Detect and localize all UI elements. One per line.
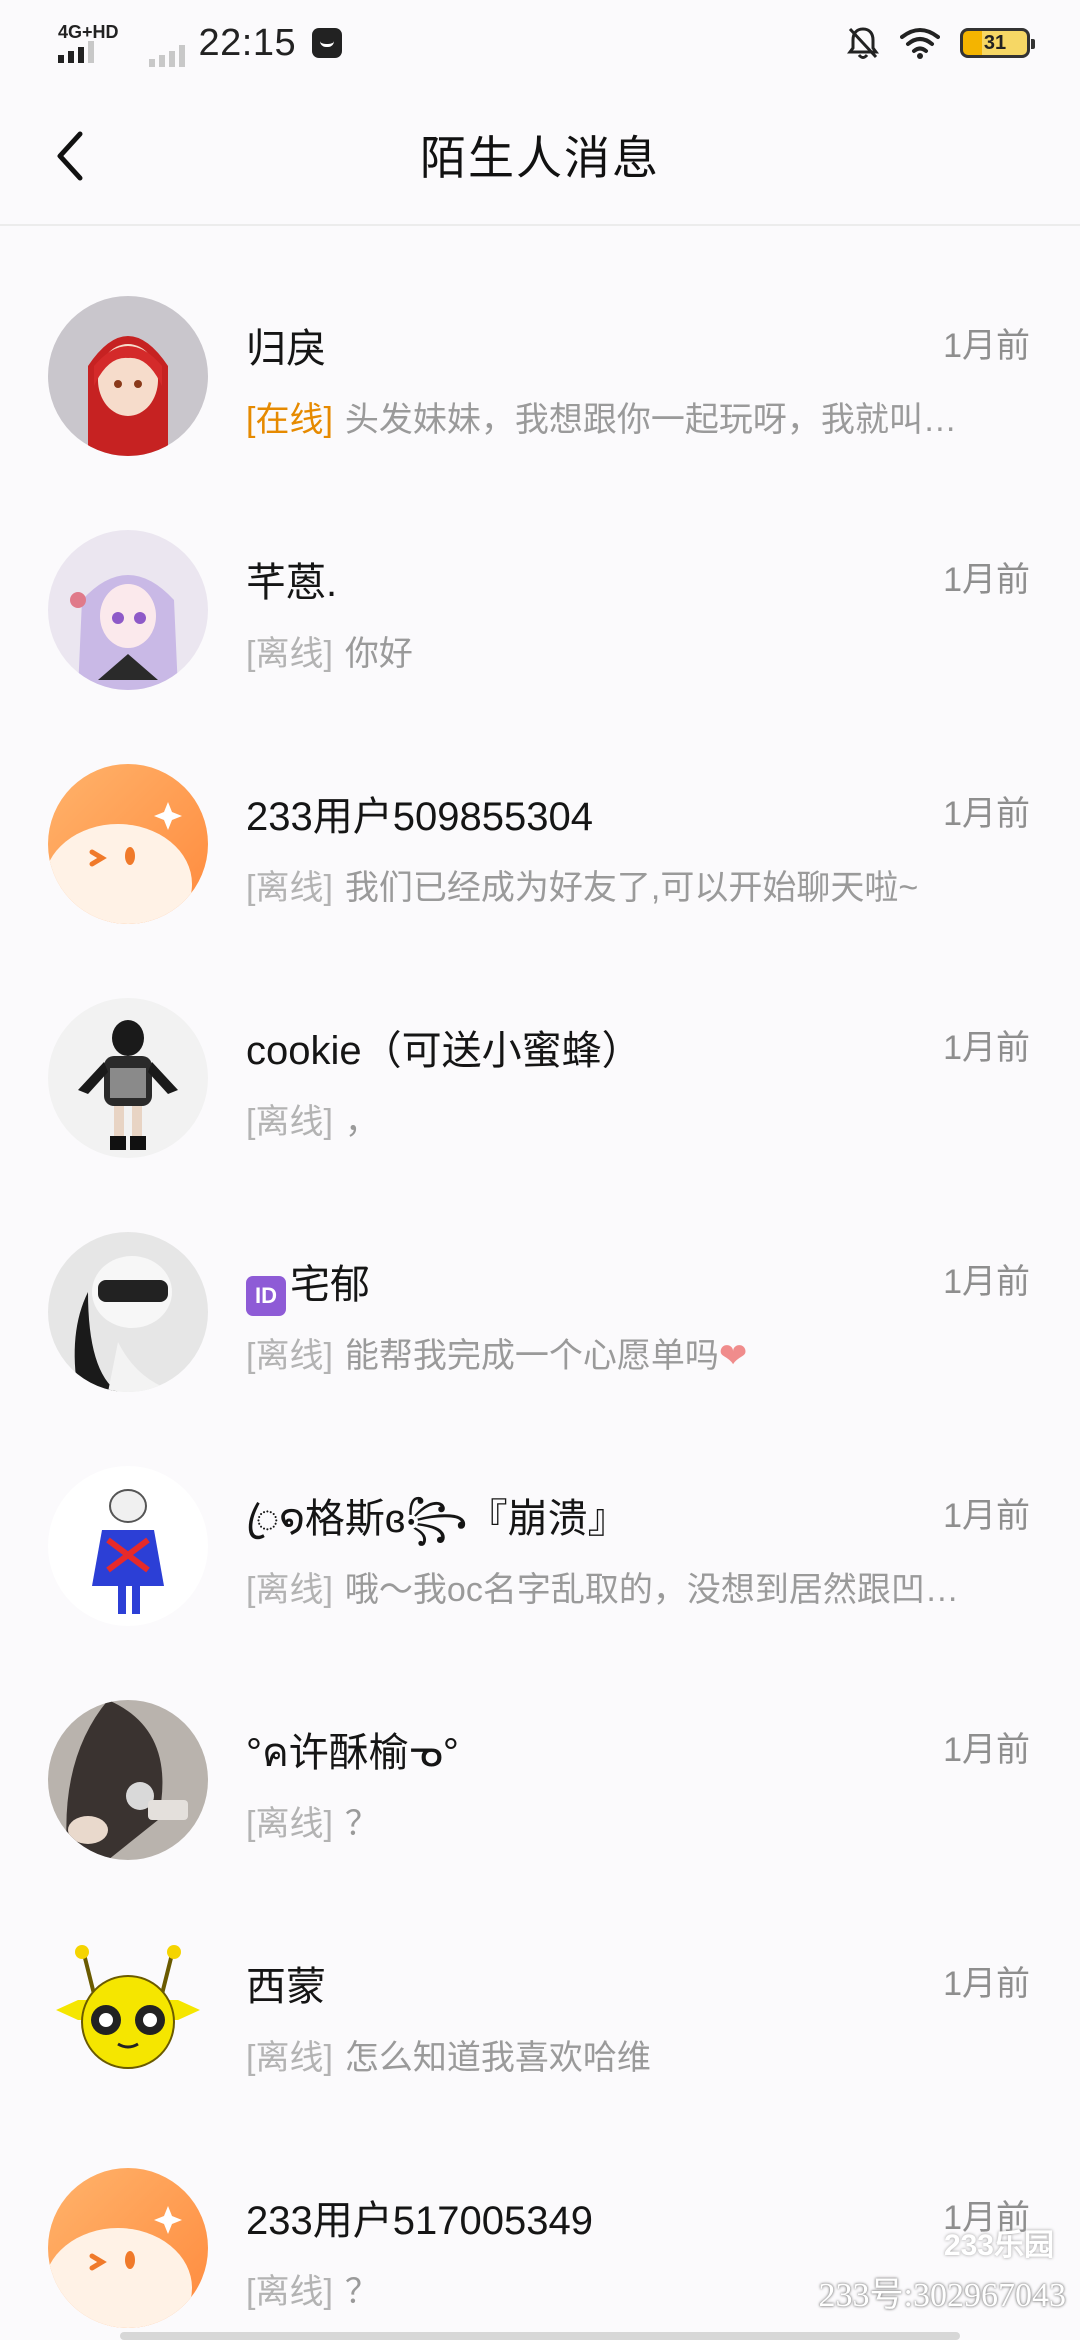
signal-bars-secondary-icon <box>148 45 185 67</box>
preview-text: 怎么知道我喜欢哈维 <box>344 2039 651 2077</box>
offline-status: [离线] <box>246 1337 333 1375</box>
offline-status: [离线] <box>246 1805 333 1843</box>
app-header: 陌生人消息 <box>0 86 1080 226</box>
conversation-preview: [离线] 我们已经成为好友了,可以开始聊天啦~ <box>246 860 918 909</box>
avatar[interactable] <box>48 1466 208 1626</box>
conversation-item[interactable]: 西蒙 1月前 [离线] 怎么知道我喜欢哈维 <box>0 1866 1080 2100</box>
network-type: 4G+HD <box>58 22 119 42</box>
conversation-preview: [离线] 你好 <box>246 626 413 675</box>
conversation-preview: [离线] ？ <box>246 2264 379 2313</box>
conversation-time: 1月前 <box>943 795 1030 833</box>
offline-status: [离线] <box>246 635 333 673</box>
back-button[interactable] <box>40 126 100 186</box>
conversation-name: 西蒙 <box>246 1965 326 2009</box>
battery-icon: 31 <box>960 28 1035 58</box>
conversation-time: 1月前 <box>943 1965 1030 2003</box>
conversation-item[interactable]: ꦿ໑格斯ɞ꧂『崩溃』 1月前 [离线] 哦〜我oc名字乱取的，没想到居然跟凹… <box>0 1398 1080 1632</box>
avatar[interactable] <box>48 998 208 1158</box>
conversation-time: 1月前 <box>943 327 1030 365</box>
offline-status: [离线] <box>246 1103 333 1141</box>
conversation-preview: [离线] 能帮我完成一个心愿单吗❤ <box>246 1328 747 1377</box>
heart-icon: ❤ <box>718 1337 748 1375</box>
signal-bars-icon <box>58 41 94 63</box>
conversation-name: cookie（可送小蜜蜂） <box>246 1029 642 1073</box>
online-status: [在线] <box>246 401 333 439</box>
conversation-item[interactable]: ID 宅郁 1月前 [离线] 能帮我完成一个心愿单吗❤ <box>0 1164 1080 1398</box>
name-text: 宅郁 <box>290 1263 370 1307</box>
conversation-time: 1月前 <box>943 1029 1030 1067</box>
avatar[interactable] <box>48 764 208 924</box>
preview-text: 你好 <box>344 635 413 673</box>
conversation-preview: [离线] ？ <box>246 1796 379 1845</box>
avatar[interactable] <box>48 530 208 690</box>
avatar[interactable] <box>48 296 208 456</box>
conversation-name: 233用户509855304 <box>246 795 593 839</box>
page-title: 陌生人消息 <box>420 132 660 184</box>
conversation-name: 归戾 <box>246 327 326 371</box>
conversation-preview: [在线] 头发妹妹，我想跟你一起玩呀，我就叫… <box>246 392 957 441</box>
watermark-text: 233号:302967043 <box>818 2277 1066 2314</box>
conversation-name: ID 宅郁 <box>246 1252 370 1316</box>
conversation-item[interactable]: 233用户509855304 1月前 [离线] 我们已经成为好友了,可以开始聊天啦… <box>0 696 1080 930</box>
wifi-icon <box>900 28 940 59</box>
message-icon <box>312 28 343 58</box>
conversation-name: °ค许酥榆ᓀ° <box>246 1731 459 1775</box>
conversation-item[interactable]: 归戾 1月前 [在线] 头发妹妹，我想跟你一起玩呀，我就叫… <box>0 228 1080 462</box>
preview-text: ， <box>344 1103 379 1141</box>
conversation-time: 1月前 <box>943 561 1030 599</box>
conversation-item[interactable]: °ค许酥榆ᓀ° 1月前 [离线] ？ <box>0 1632 1080 1866</box>
offline-status: [离线] <box>246 2039 333 2077</box>
conversation-item[interactable]: cookie（可送小蜜蜂） 1月前 [离线] ， <box>0 930 1080 1164</box>
cellular-signal: 4G+HD <box>58 23 119 63</box>
conversation-name: ꦿ໑格斯ɞ꧂『崩溃』 <box>246 1497 628 1541</box>
offline-status: [离线] <box>246 2273 333 2311</box>
conversation-time: 1月前 <box>943 1497 1030 1535</box>
avatar[interactable] <box>48 2168 208 2328</box>
conversation-item[interactable]: 芊蒽. 1月前 [离线] 你好 <box>0 462 1080 696</box>
status-bar: 4G+HD 22:15 31 <box>0 0 1080 86</box>
conversation-preview: [离线] 怎么知道我喜欢哈维 <box>246 2030 651 2079</box>
conversation-name: 233用户517005349 <box>246 2199 593 2243</box>
offline-status: [离线] <box>246 869 333 907</box>
avatar[interactable] <box>48 1232 208 1392</box>
chevron-left-icon <box>57 131 83 181</box>
offline-status: [离线] <box>246 1571 333 1609</box>
preview-text: ？ <box>344 1805 379 1843</box>
preview-text: ？ <box>344 2273 379 2311</box>
avatar[interactable] <box>48 1934 208 2094</box>
conversation-time: 1月前 <box>943 1731 1030 1769</box>
conversation-time: 1月前 <box>943 1263 1030 1301</box>
watermark-logo: 233乐园 <box>943 2229 1054 2262</box>
home-indicator <box>120 2332 960 2340</box>
conversation-preview: [离线] 哦〜我oc名字乱取的，没想到居然跟凹… <box>246 1562 959 1611</box>
battery-level: 31 <box>983 31 1007 54</box>
preview-text: 能帮我完成一个心愿单吗 <box>344 1337 719 1375</box>
preview-text: 哦〜我oc名字乱取的，没想到居然跟凹… <box>344 1571 959 1609</box>
conversation-name: 芊蒽. <box>246 561 338 605</box>
id-badge-icon: ID <box>246 1276 286 1316</box>
preview-text: 我们已经成为好友了,可以开始聊天啦~ <box>344 869 919 907</box>
avatar[interactable] <box>48 1700 208 1860</box>
status-time: 22:15 <box>198 21 297 64</box>
conversation-preview: [离线] ， <box>246 1094 379 1143</box>
conversation-list: 归戾 1月前 [在线] 头发妹妹，我想跟你一起玩呀，我就叫… 芊蒽. 1月前 [离… <box>0 228 1080 2334</box>
bell-mute-icon <box>847 27 879 59</box>
preview-text: 头发妹妹，我想跟你一起玩呀，我就叫… <box>344 401 957 439</box>
